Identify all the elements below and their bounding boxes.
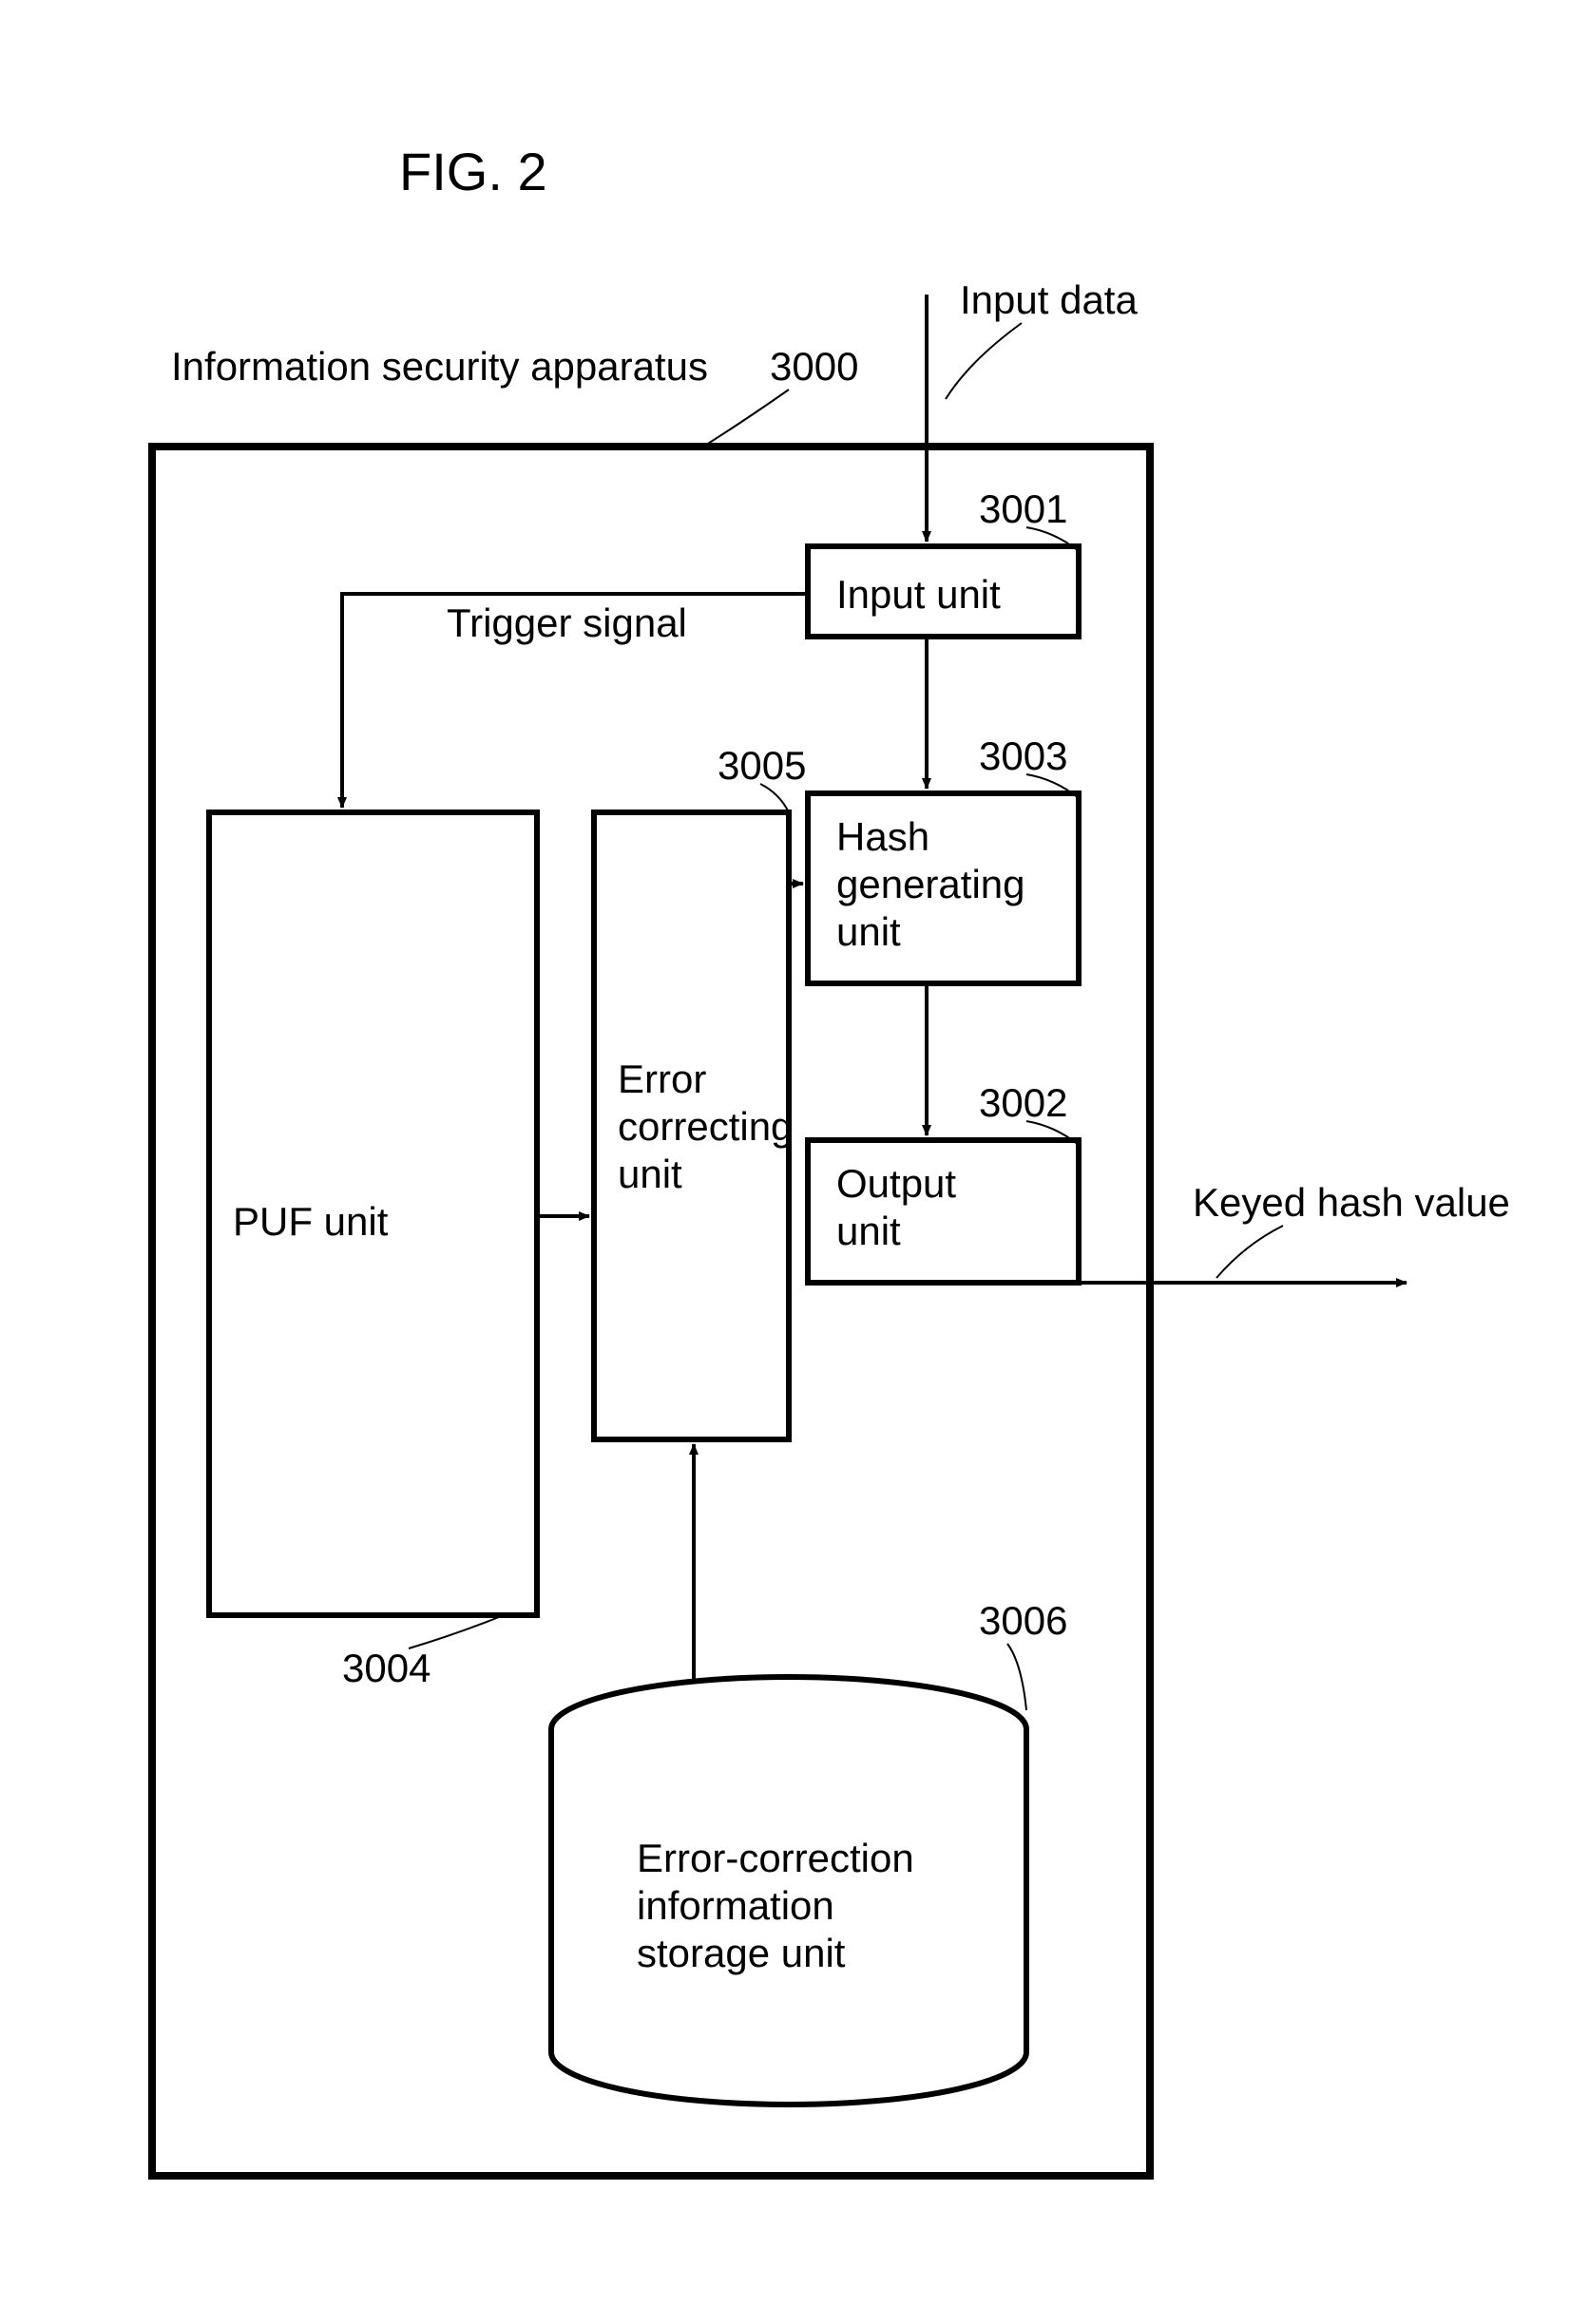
input-data-leader (946, 323, 1022, 399)
hash-unit-l1: Hash (836, 814, 929, 859)
error-unit-l1: Error (618, 1057, 706, 1101)
storage-unit: Error-correction information storage uni… (551, 1677, 1026, 2105)
input-unit-ref: 3001 (979, 486, 1067, 531)
output-unit-ref: 3002 (979, 1080, 1067, 1125)
output-unit-l1: Output (836, 1161, 956, 1206)
storage-unit-ref: 3006 (979, 1598, 1067, 1643)
input-unit-label: Input unit (836, 572, 1001, 617)
storage-l3: storage unit (637, 1931, 846, 1975)
error-unit-l2: correcting (618, 1104, 793, 1149)
output-label: Keyed hash value (1193, 1180, 1510, 1225)
figure-label: FIG. 2 (399, 142, 547, 201)
error-unit-l3: unit (618, 1152, 682, 1196)
error-unit-ref: 3005 (718, 743, 806, 788)
apparatus-label: Information security apparatus (171, 344, 708, 389)
input-data-label: Input data (960, 277, 1138, 322)
output-unit-l2: unit (836, 1209, 901, 1253)
diagram-canvas: FIG. 2 Information security apparatus 30… (0, 0, 1570, 2324)
hash-unit-l3: unit (836, 909, 901, 954)
puf-unit-label: PUF unit (233, 1199, 389, 1244)
hash-unit-ref: 3003 (979, 733, 1067, 778)
apparatus-leader (703, 390, 789, 447)
trigger-label: Trigger signal (447, 600, 687, 645)
storage-l1: Error-correction (637, 1836, 914, 1880)
hash-unit-l2: generating (836, 862, 1025, 906)
output-label-leader (1216, 1226, 1283, 1278)
storage-l2: information (637, 1883, 834, 1928)
apparatus-ref: 3000 (770, 344, 858, 389)
puf-unit-ref: 3004 (342, 1646, 431, 1690)
